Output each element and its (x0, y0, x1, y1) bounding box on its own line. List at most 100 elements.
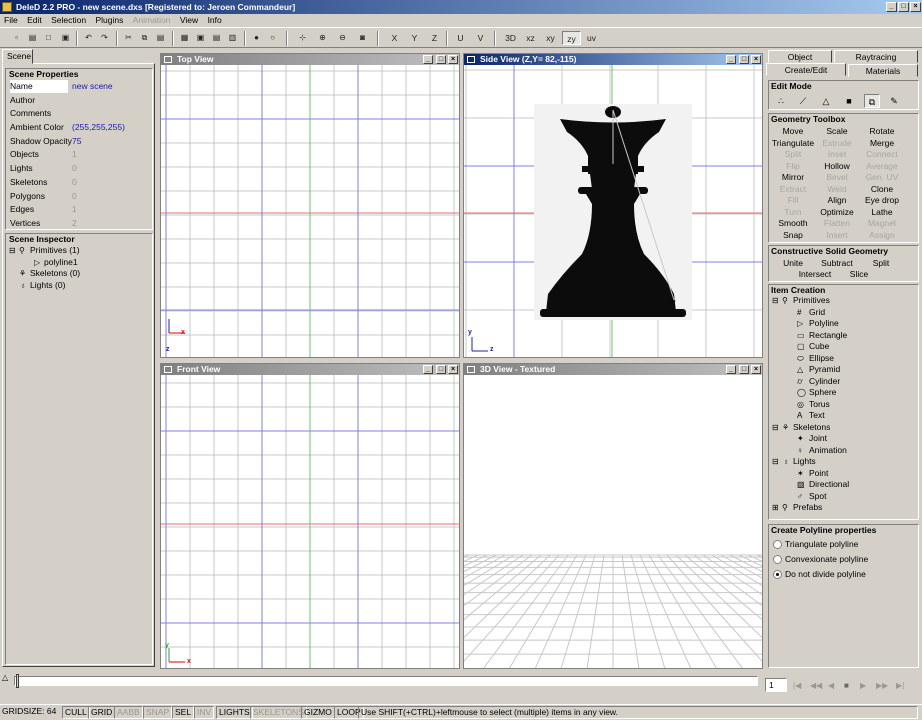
item-point[interactable]: Point (809, 468, 828, 479)
move-button[interactable]: Move (769, 126, 817, 137)
view-xy-button[interactable]: xy (542, 31, 559, 45)
layout-quad-icon[interactable]: ▦ (177, 31, 192, 45)
u-button[interactable]: U (453, 31, 468, 45)
snap-button[interactable]: Snap (769, 230, 817, 241)
side-viewport-maximize[interactable]: □ (739, 55, 749, 64)
new-scene-icon[interactable]: ▫ (9, 31, 24, 45)
property-row[interactable]: Author (6, 94, 152, 108)
property-row[interactable]: Skeletons 0 (6, 176, 152, 190)
align-button[interactable]: Align (813, 195, 861, 206)
item-text[interactable]: Text (809, 410, 825, 421)
property-value[interactable]: 1 (72, 148, 77, 161)
toggle-sel[interactable]: SEL (172, 706, 195, 719)
menu-edit[interactable]: Edit (23, 14, 45, 26)
item-grid[interactable]: Grid (809, 307, 825, 318)
radio-do-not-divide[interactable] (773, 570, 782, 579)
toggle-skeletons[interactable]: SKELETONS (250, 706, 307, 719)
save-icon[interactable]: ▣ (58, 31, 73, 45)
timeline-track[interactable] (14, 676, 758, 686)
intersect-button[interactable]: Intersect (791, 269, 839, 280)
perspective-viewport-maximize[interactable]: □ (739, 365, 749, 374)
item-cube[interactable]: Cube (809, 341, 829, 352)
property-value[interactable]: 75 (72, 135, 81, 148)
copy-icon[interactable]: ⧉ (137, 31, 152, 45)
inspector-primitives[interactable]: Primitives (1) (30, 245, 80, 256)
property-row[interactable]: Comments (6, 107, 152, 121)
property-value[interactable]: 2 (72, 217, 77, 230)
item-skeletons[interactable]: Skeletons (793, 422, 830, 433)
layout-list-icon[interactable]: ▤ (209, 31, 224, 45)
item-directional[interactable]: Directional (809, 479, 849, 490)
side-viewport-close[interactable]: × (751, 55, 761, 64)
property-value[interactable]: new scene (72, 80, 113, 93)
menu-file[interactable]: File (0, 14, 21, 26)
item-prefabs[interactable]: Prefabs (793, 502, 822, 513)
polygon-mode-icon[interactable]: △ (818, 94, 834, 108)
property-value[interactable]: 0 (72, 176, 77, 189)
slice-button[interactable]: Slice (835, 269, 883, 280)
axis-x-button[interactable]: X (387, 31, 402, 45)
edge-mode-icon[interactable]: ⟋ (795, 94, 811, 108)
split-button[interactable]: Split (857, 258, 905, 269)
expand-icon[interactable]: ⊞ (772, 502, 779, 513)
property-row[interactable]: Objects 1 (6, 148, 152, 162)
collapse-icon[interactable]: ⊟ (9, 245, 16, 256)
property-value[interactable]: (255,255,255) (72, 121, 125, 134)
perspective-viewport[interactable]: 3D View - Textured _ □ × (463, 363, 763, 669)
menu-plugins[interactable]: Plugins (91, 14, 126, 26)
subtract-button[interactable]: Subtract (813, 258, 861, 269)
item-spot[interactable]: Spot (809, 491, 827, 502)
toggle-aabb[interactable]: AABB (114, 706, 143, 719)
property-row[interactable]: Vertices 2 (6, 217, 152, 231)
top-viewport-close[interactable]: × (448, 55, 458, 64)
undo-icon[interactable]: ↶ (81, 31, 96, 45)
property-row[interactable]: Lights 0 (6, 162, 152, 176)
smooth-button[interactable]: Smooth (769, 218, 817, 229)
tab-create-edit[interactable]: Create/Edit (766, 63, 846, 76)
toggle-grid[interactable]: GRID (88, 706, 116, 719)
clone-button[interactable]: Clone (858, 184, 906, 195)
layout-split-icon[interactable]: ▥ (225, 31, 240, 45)
item-joint[interactable]: Joint (809, 433, 827, 444)
layout-single-icon[interactable]: ▣ (193, 31, 208, 45)
v-button[interactable]: V (473, 31, 488, 45)
side-viewport[interactable]: Side View (Z,Y= 82,-115) _ □ × + y z (463, 53, 763, 358)
first-frame-icon[interactable]: |◀ (793, 681, 801, 690)
open-icon[interactable]: ▤ (25, 31, 40, 45)
axis-y-button[interactable]: Y (407, 31, 422, 45)
item-torus[interactable]: Torus (809, 399, 830, 410)
property-row[interactable]: Shadow Opacity 75 (6, 135, 152, 149)
front-viewport-close[interactable]: × (448, 365, 458, 374)
toggle-inv[interactable]: INV (194, 706, 215, 719)
tab-object[interactable]: Object (768, 50, 832, 63)
item-lights[interactable]: Lights (793, 456, 816, 467)
close-button[interactable]: × (910, 2, 921, 12)
frame-input[interactable]: 1 (765, 678, 787, 692)
maximize-button[interactable]: □ (898, 2, 909, 12)
timeline-slider-handle[interactable] (16, 674, 19, 688)
radio-triangulate[interactable] (773, 540, 782, 549)
expand-icon[interactable]: ⊟ (772, 295, 779, 306)
property-row[interactable]: Name new scene (6, 80, 152, 94)
front-viewport[interactable]: Front View _ □ × y x (160, 363, 460, 669)
eye-drop-button[interactable]: Eye drop (858, 195, 906, 206)
paste-icon[interactable]: ▤ (153, 31, 168, 45)
menu-info[interactable]: Info (204, 14, 225, 26)
tab-raytracing[interactable]: Raytracing (834, 50, 918, 63)
top-viewport[interactable]: Top View _ □ × x z (160, 53, 460, 358)
zoom-in-icon[interactable]: ⊕ (315, 31, 330, 45)
item-polyline[interactable]: Polyline (809, 318, 839, 329)
inspector-polyline1[interactable]: polyline1 (44, 257, 78, 268)
axis-z-button[interactable]: Z (427, 31, 442, 45)
merge-button[interactable]: Merge (858, 138, 906, 149)
inspector-skeletons[interactable]: Skeletons (0) (30, 268, 80, 279)
prev-frame-icon[interactable]: ◀◀ (810, 681, 822, 690)
perspective-viewport-minimize[interactable]: _ (726, 365, 736, 374)
light-bulb-icon[interactable]: ● (249, 31, 264, 45)
lathe-button[interactable]: Lathe (858, 207, 906, 218)
view-xz-button[interactable]: xz (522, 31, 539, 45)
expand-icon[interactable]: ⊟ (772, 456, 779, 467)
property-row[interactable]: Ambient Color (255,255,255) (6, 121, 152, 135)
property-row[interactable]: Polygons 0 (6, 190, 152, 204)
last-frame-icon[interactable]: ▶| (896, 681, 904, 690)
